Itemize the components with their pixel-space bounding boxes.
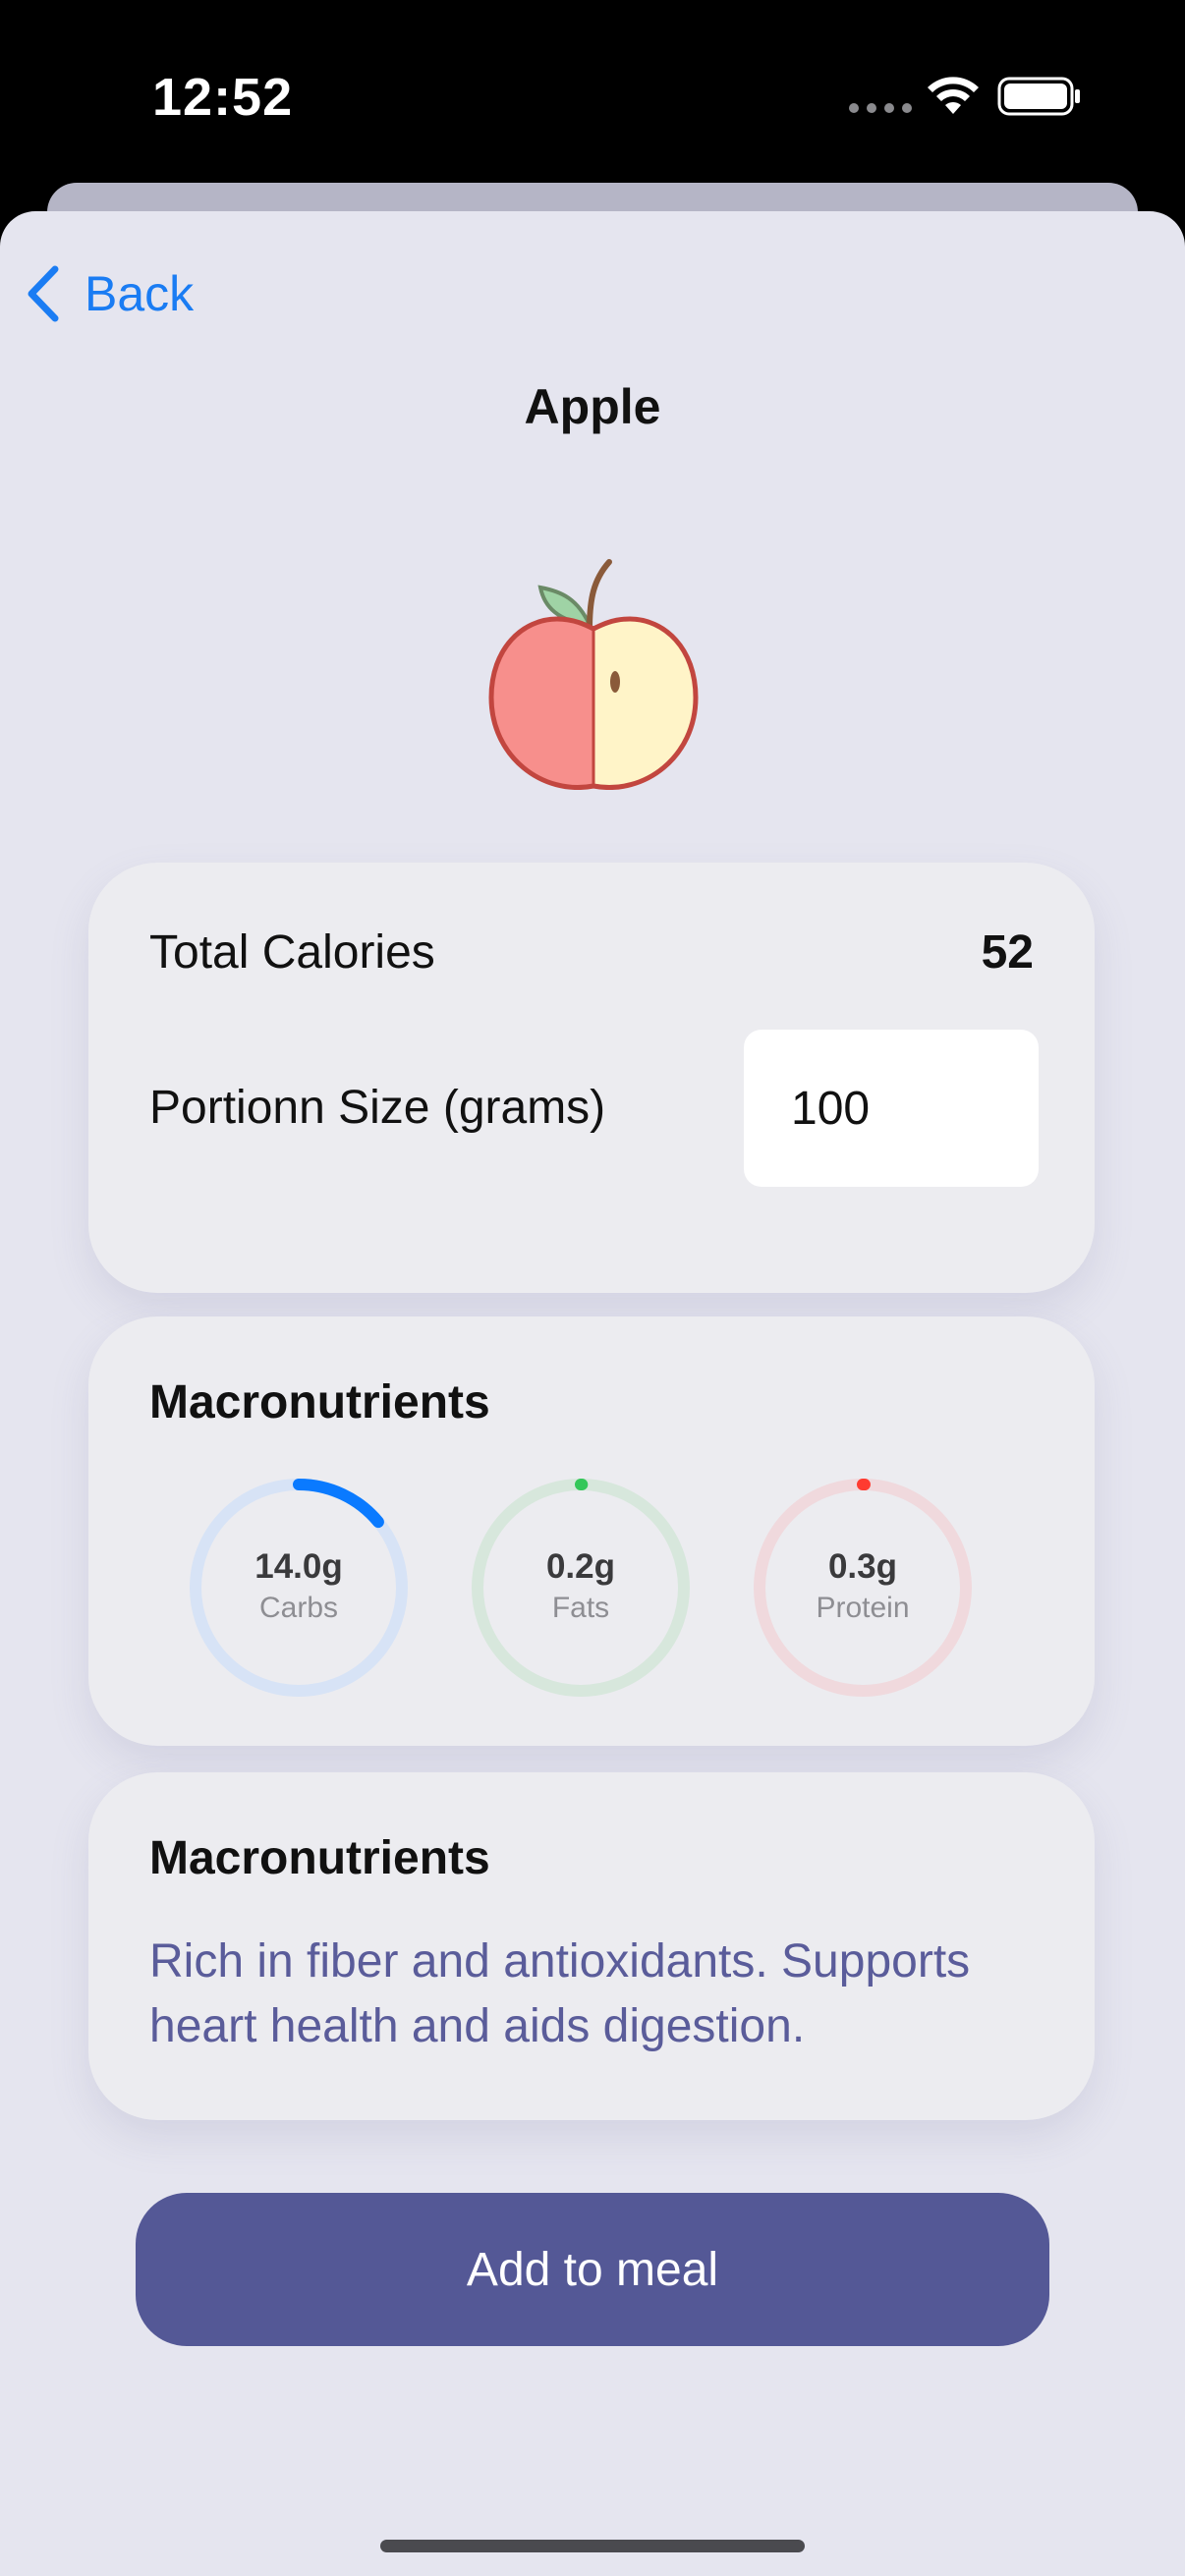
home-indicator (380, 2540, 805, 2552)
wifi-icon (928, 77, 979, 114)
carbs-label: Carbs (258, 1592, 339, 1624)
add-to-meal-button[interactable]: Add to meal (136, 2193, 1049, 2346)
fats-ring-chart (472, 1479, 690, 1697)
signal-dots-icon (849, 103, 912, 113)
total-calories-label: Total Calories (149, 926, 435, 979)
total-calories-value: 52 (981, 926, 1034, 979)
carbs-ring: 14.0g Carbs (183, 1472, 415, 1704)
status-time: 12:52 (152, 68, 294, 127)
description-text: Rich in fiber and antioxidants. Supports… (149, 1935, 971, 2052)
protein-ring-chart (754, 1479, 972, 1697)
protein-ring: 0.3g Protein (747, 1472, 979, 1704)
carbs-ring-chart (190, 1479, 408, 1697)
fats-ring: 0.2g Fats (465, 1472, 697, 1704)
macronutrients-card: Macronutrients 14.0g Carbs 0.2g Fats 0.3… (88, 1316, 1095, 1746)
battery-icon (997, 77, 1080, 116)
back-label: Back (85, 266, 195, 321)
carbs-value: 14.0g (254, 1547, 343, 1586)
apple-icon (488, 559, 699, 790)
portion-size-input[interactable] (744, 1030, 1039, 1187)
description-card: Macronutrients Rich in fiber and antioxi… (88, 1772, 1095, 2120)
portion-size-label: Portionn Size (grams) (149, 1082, 606, 1134)
chevron-left-icon (28, 265, 59, 322)
fats-value: 0.2g (545, 1547, 616, 1586)
protein-value: 0.3g (827, 1547, 898, 1586)
fats-label: Fats (551, 1592, 610, 1624)
status-bar: 12:52 (0, 0, 1185, 187)
protein-label: Protein (816, 1592, 910, 1624)
calories-card: Total Calories 52 Portionn Size (grams) (88, 863, 1095, 1293)
page-title: Apple (524, 379, 661, 434)
macronutrients-heading: Macronutrients (149, 1376, 490, 1428)
description-heading: Macronutrients (149, 1832, 490, 1884)
back-button[interactable]: Back (24, 263, 194, 324)
